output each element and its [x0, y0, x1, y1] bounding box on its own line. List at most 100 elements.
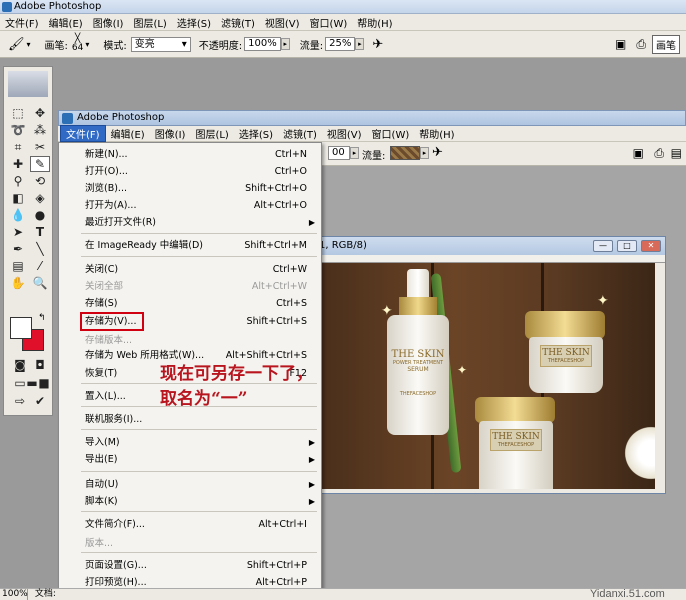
paint-bucket-tool-icon[interactable]: ◈ — [30, 190, 50, 206]
chevron-down-icon[interactable]: ▾ — [85, 40, 89, 49]
inner-menu-6[interactable]: 视图(V) — [322, 126, 367, 141]
document-title: 1, RGB/8) — [319, 240, 367, 251]
hand-tool-icon[interactable]: ✋ — [8, 275, 28, 291]
horizontal-ruler — [309, 255, 665, 263]
eraser-tool-icon[interactable]: ◧ — [8, 190, 28, 206]
file-menu-item-19[interactable]: 文件简介(F)... Alt+Ctrl+I — [59, 517, 321, 533]
inner-palette-icon[interactable]: ▤ — [671, 146, 682, 160]
serum-line2: SERUM — [407, 366, 429, 373]
inner-menu-7[interactable]: 窗口(W) — [367, 126, 415, 141]
file-menu-item-18[interactable]: 脚本(K) ▶ — [59, 494, 321, 510]
file-menu-item-7: 关闭全部 Alt+Ctrl+W — [59, 279, 321, 295]
inner-menu-8[interactable]: 帮助(H) — [414, 126, 459, 141]
quick-mask-mode-icon[interactable]: ◘ — [30, 357, 50, 373]
menu-item-label: 导出(E) — [85, 454, 118, 465]
line-tool-icon[interactable]: ╲ — [30, 241, 50, 257]
inner-menu-4[interactable]: 选择(S) — [234, 126, 278, 141]
type-tool-icon[interactable]: T — [30, 224, 50, 240]
inner-file-browser-icon[interactable]: ▣ — [633, 146, 644, 160]
dodge-tool-icon[interactable]: ● — [30, 207, 50, 223]
airbrush-icon[interactable]: ✈ — [372, 37, 383, 52]
file-menu-item-3[interactable]: 打开为(A)... Alt+Ctrl+O — [59, 198, 321, 214]
outer-menu-8[interactable]: 帮助(H) — [352, 15, 397, 30]
inner-menu-2[interactable]: 图像(I) — [150, 126, 191, 141]
zoom-tool-icon[interactable]: 🔍 — [30, 275, 50, 291]
outer-menu-1[interactable]: 编辑(E) — [44, 15, 88, 30]
outer-menu-2[interactable]: 图像(I) — [88, 15, 129, 30]
jar-right-maker: THEFACESHOP — [547, 358, 585, 364]
flow-slider-button[interactable]: ▸ — [355, 38, 365, 50]
outer-menu-4[interactable]: 选择(S) — [172, 15, 216, 30]
file-menu-item-5[interactable]: 在 ImageReady 中编辑(D) Shift+Ctrl+M — [59, 238, 321, 254]
file-menu-item-2[interactable]: 浏览(B)... Shift+Ctrl+O — [59, 181, 321, 197]
outer-menu-7[interactable]: 窗口(W) — [305, 15, 353, 30]
path-selection-tool-icon[interactable]: ➤ — [8, 224, 28, 240]
outer-menu-0[interactable]: 文件(F) — [0, 15, 44, 30]
file-menu-item-16[interactable]: 导出(E) ▶ — [59, 452, 321, 468]
crop-tool-icon[interactable]: ⌗ — [8, 139, 28, 155]
file-menu-item-17[interactable]: 自动(U) ▶ — [59, 477, 321, 493]
inner-flow-input[interactable] — [390, 146, 420, 160]
mode-select[interactable]: 变亮 — [130, 36, 191, 52]
foreground-color-swatch[interactable] — [10, 317, 32, 339]
file-menu-item-21[interactable]: 页面设置(G)... Shift+Ctrl+P — [59, 558, 321, 574]
inner-menu-3[interactable]: 图层(L) — [190, 126, 233, 141]
opacity-slider-button[interactable]: ▸ — [280, 38, 290, 50]
move-tool-icon[interactable]: ✥ — [30, 105, 50, 121]
serum-bottle: THE SKIN POWER TREATMENT SERUM THEFACESH… — [387, 315, 449, 435]
inner-opacity-input[interactable]: 00 — [328, 146, 350, 160]
menu-item-shortcut: Ctrl+S — [276, 298, 307, 309]
document-canvas-photo[interactable]: THE SKIN POWER TREATMENT SERUM THEFACESH… — [321, 263, 655, 489]
minimize-icon[interactable]: — — [593, 240, 613, 252]
brush-tool-icon[interactable]: ✎ — [30, 156, 50, 172]
eyedropper-tool-icon[interactable]: ⁄ — [30, 258, 50, 274]
file-menu-button[interactable]: 文件(F) — [60, 125, 106, 142]
screen-mode-full-icon[interactable]: ■ — [34, 375, 54, 391]
outer-menu-5[interactable]: 滤镜(T) — [216, 15, 260, 30]
inner-menu-5[interactable]: 滤镜(T) — [278, 126, 322, 141]
zoom-level[interactable]: 100% — [0, 589, 28, 600]
inner-opacity-slider-button[interactable]: ▸ — [350, 147, 359, 159]
inner-menu-1[interactable]: 编辑(E) — [106, 126, 150, 141]
file-menu-item-0[interactable]: 新建(N)... Ctrl+N — [59, 147, 321, 163]
marquee-tool-icon[interactable]: ⬚ — [8, 105, 28, 121]
history-brush-tool-icon[interactable]: ⟲ — [30, 173, 50, 189]
file-menu-item-4[interactable]: 最近打开文件(R) ▶ — [59, 215, 321, 231]
inner-tool-presets-icon[interactable]: ⎙ — [654, 146, 664, 161]
opacity-label: 不透明度: — [198, 40, 243, 52]
maximize-icon[interactable]: □ — [617, 240, 637, 252]
menu-item-label: 文件简介(F)... — [85, 519, 145, 530]
outer-menu-6[interactable]: 视图(V) — [260, 15, 305, 30]
inner-flow-slider-button[interactable]: ▸ — [420, 147, 429, 159]
menu-item-shortcut: Shift+Ctrl+O — [245, 183, 307, 194]
clone-stamp-tool-icon[interactable]: ⚲ — [8, 173, 28, 189]
healing-tool-icon[interactable]: ✚ — [8, 156, 28, 172]
pen-tool-icon[interactable]: ✒ — [8, 241, 28, 257]
brush-size-picker[interactable]: ╳ 64 — [72, 35, 83, 53]
close-icon[interactable]: ✕ — [641, 240, 661, 252]
file-browser-icon[interactable]: ▣ — [615, 37, 626, 51]
jar-body-right: THE SKIN THEFACESHOP — [529, 337, 603, 393]
jar-lid-right — [525, 311, 605, 339]
file-menu-item-1[interactable]: 打开(O)... Ctrl+O — [59, 164, 321, 180]
notes-tool-icon[interactable]: ▤ — [8, 258, 28, 274]
flow-input[interactable]: 25% — [325, 37, 356, 51]
file-menu-item-15[interactable]: 导入(M) ▶ — [59, 435, 321, 451]
inner-airbrush-icon[interactable]: ✈ — [432, 145, 443, 160]
swap-colors-icon[interactable]: ↰ — [38, 313, 46, 323]
blur-tool-icon[interactable]: 💧 — [8, 207, 28, 223]
file-menu-item-14[interactable]: 联机服务(I)... — [59, 412, 321, 428]
brush-tool-preset[interactable]: 🖌 ▾ — [8, 37, 31, 52]
file-menu-item-8[interactable]: 存储(S) Ctrl+S — [59, 296, 321, 312]
checkmark-icon[interactable]: ✔ — [30, 393, 50, 409]
slice-tool-icon[interactable]: ✂ — [30, 139, 50, 155]
lasso-tool-icon[interactable]: ➰ — [8, 122, 28, 138]
opacity-input[interactable]: 100% — [244, 37, 281, 51]
outer-menu-3[interactable]: 图层(L) — [128, 15, 171, 30]
tool-presets-icon[interactable]: ⎙ — [636, 37, 646, 52]
magic-wand-tool-icon[interactable]: ⁂ — [30, 122, 50, 138]
standard-mode-icon[interactable]: ◙ — [10, 357, 30, 373]
brush-palette-button[interactable]: 画笔 — [652, 34, 680, 54]
file-menu-item-6[interactable]: 关闭(C) Ctrl+W — [59, 262, 321, 278]
jump-to-imageready-icon[interactable]: ⇨ — [10, 393, 30, 409]
